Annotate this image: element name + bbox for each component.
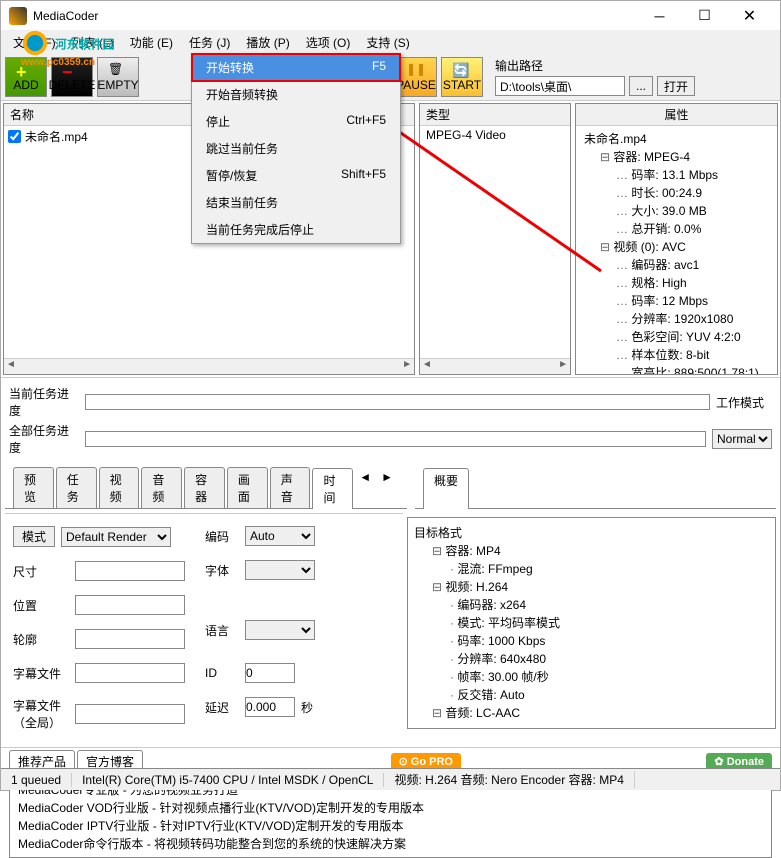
render-select[interactable]: Default Render (61, 527, 171, 547)
add-button[interactable]: +ADD (5, 57, 47, 97)
app-icon (9, 7, 27, 25)
menu-stop-after[interactable]: 当前任务完成后停止 (192, 216, 400, 243)
tab-time[interactable]: 时间 (312, 468, 353, 509)
current-progress-bar (85, 394, 710, 410)
file-checkbox[interactable] (8, 130, 21, 143)
pos-input[interactable] (75, 595, 185, 615)
encode-select[interactable]: Auto (245, 526, 315, 546)
menu-pause-resume[interactable]: 暂停/恢复Shift+F5 (192, 162, 400, 189)
gopro-badge[interactable]: ⊙ Go PRO (391, 753, 461, 770)
pause-button[interactable]: PAUSE (395, 57, 437, 97)
properties-panel: 属性 未命名.mp4 容器: MPEG-4 码率: 13.1 Mbps 时长: … (575, 103, 778, 375)
task-menu-dropdown: 开始转换F5 开始音频转换 停止Ctrl+F5 跳过当前任务 暂停/恢复Shif… (191, 53, 401, 244)
overall-progress-label: 全部任务进度 (9, 422, 79, 456)
subtitle-form: 模式Default Render 尺寸 位置 轮廓 编码Auto 字体 语言 字… (5, 513, 403, 743)
mode-button[interactable]: 模式 (13, 526, 55, 547)
donate-badge[interactable]: ✿ Donate (706, 753, 772, 770)
subglobal-input[interactable] (75, 704, 185, 724)
menu-start-convert[interactable]: 开始转换F5 (192, 54, 400, 81)
menu-support[interactable]: 支持 (S) (358, 32, 417, 53)
tab-preview[interactable]: 预览 (13, 467, 54, 508)
file-type: MPEG-4 Video (420, 126, 570, 144)
overall-progress-bar (85, 431, 706, 447)
tab-video[interactable]: 视频 (99, 467, 140, 508)
menu-stop[interactable]: 停止Ctrl+F5 (192, 108, 400, 135)
tab-picture[interactable]: 画面 (227, 467, 268, 508)
tab-summary[interactable]: 概要 (423, 468, 469, 509)
tab-sound[interactable]: 声音 (270, 467, 311, 508)
status-queued: 1 queued (1, 773, 72, 787)
subfile-input[interactable] (75, 663, 185, 683)
open-button[interactable]: 打开 (657, 76, 695, 96)
statusbar: 1 queued Intel(R) Core(TM) i5-7400 CPU /… (1, 768, 780, 790)
tab-task[interactable]: 任务 (56, 467, 97, 508)
current-progress-label: 当前任务进度 (9, 385, 79, 419)
target-format-panel: 目标格式 容器: MP4混流: FFmpeg 视频: H.264 编码器: x2… (407, 513, 776, 743)
tab-scroll-right[interactable]: ► (377, 467, 397, 508)
menu-play[interactable]: 播放 (P) (238, 32, 297, 53)
target-video[interactable]: 视频: H.264 编码器: x264 模式: 平均码率模式 码率: 1000 … (432, 578, 769, 704)
status-cpu: Intel(R) Core(TM) i5-7400 CPU / Intel MS… (72, 773, 384, 787)
menu-start-audio-convert[interactable]: 开始音频转换 (192, 81, 400, 108)
tab-container[interactable]: 容器 (184, 467, 225, 508)
menu-function[interactable]: 功能 (E) (122, 32, 181, 53)
output-path-label: 输出路径 (495, 57, 695, 74)
menubar: 文件 (F) 列表 (L) 功能 (E) 任务 (J) 播放 (P) 选项 (O… (1, 31, 780, 53)
file-name: 未命名.mp4 (25, 128, 88, 145)
col-type[interactable]: 类型 (420, 104, 570, 126)
maximize-button[interactable]: ☐ (682, 2, 727, 30)
id-input[interactable] (245, 663, 295, 683)
workmode-label: 工作模式 (716, 394, 772, 411)
type-panel: 类型 MPEG-4 Video (419, 103, 571, 375)
menu-skip[interactable]: 跳过当前任务 (192, 135, 400, 162)
menu-end-task[interactable]: 结束当前任务 (192, 189, 400, 216)
menu-options[interactable]: 选项 (O) (298, 32, 359, 53)
status-codec: 视频: H.264 音频: Nero Encoder 容器: MP4 (384, 771, 634, 788)
start-button[interactable]: 🔄START (441, 57, 483, 97)
window-title: MediaCoder (33, 9, 637, 23)
delay-input[interactable] (245, 697, 295, 717)
menu-file[interactable]: 文件 (F) (5, 32, 64, 53)
target-container[interactable]: 容器: MP4混流: FFmpeg (432, 542, 769, 578)
tab-scroll-left[interactable]: ◄ (355, 467, 375, 508)
target-audio[interactable]: 音频: LC-AAC (432, 704, 769, 722)
browse-button[interactable]: ... (629, 76, 653, 96)
output-path-input[interactable] (495, 76, 625, 96)
outline-input[interactable] (75, 629, 185, 649)
menu-list[interactable]: 列表 (L) (64, 32, 122, 53)
delete-button[interactable]: −DELETE (51, 57, 93, 97)
scrollbar-h[interactable] (4, 358, 414, 374)
minimize-button[interactable]: ─ (637, 2, 682, 30)
empty-button[interactable]: 🗑EMPTY (97, 57, 139, 97)
properties-tree: 未命名.mp4 容器: MPEG-4 码率: 13.1 Mbps 时长: 00:… (576, 126, 777, 374)
font-select[interactable] (245, 560, 315, 580)
tab-audio[interactable]: 音频 (141, 467, 182, 508)
menu-task[interactable]: 任务 (J) (181, 32, 238, 53)
workmode-select[interactable]: Normal (712, 429, 772, 449)
lang-select[interactable] (245, 620, 315, 640)
properties-header: 属性 (576, 104, 777, 126)
close-button[interactable]: ✕ (727, 2, 772, 30)
scrollbar-h[interactable] (420, 358, 570, 374)
size-input[interactable] (75, 561, 185, 581)
